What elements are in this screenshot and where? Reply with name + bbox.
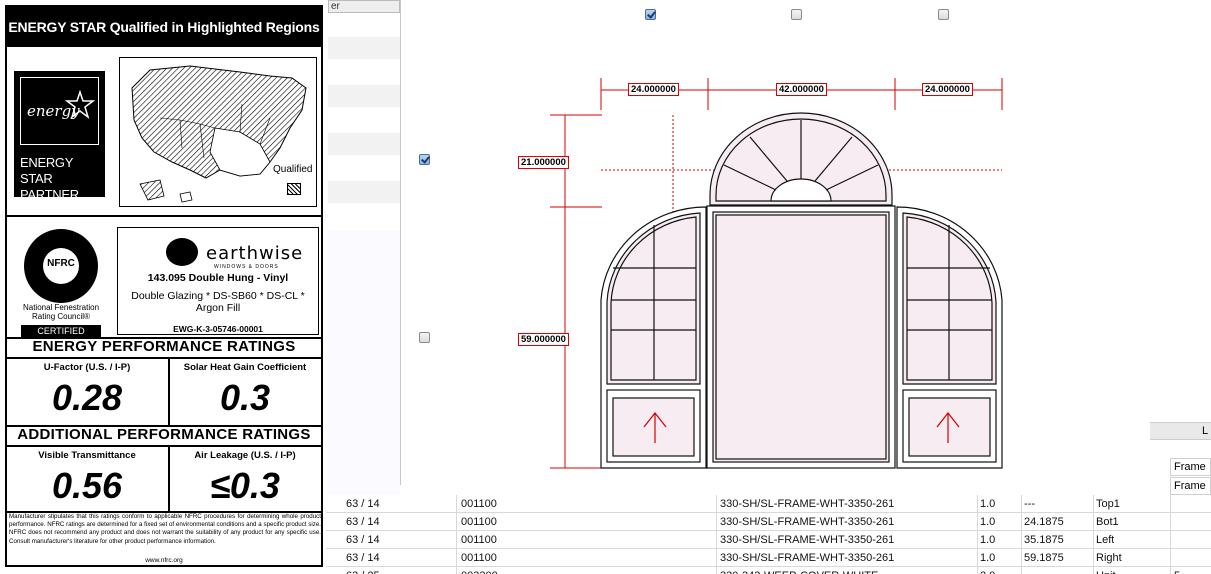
table-cell[interactable]: 35.1875 (1024, 531, 1064, 549)
side-grid-cell[interactable]: Frame (1170, 458, 1211, 476)
column-divider (1170, 495, 1171, 574)
column-divider (1093, 495, 1094, 574)
table-cell[interactable]: 63 / 14 (346, 531, 380, 549)
column-divider (1021, 495, 1022, 574)
table-cell[interactable]: 1.0 (980, 513, 995, 531)
dimension-height-top[interactable]: 21.000000 (518, 156, 569, 169)
dimension-width-center[interactable]: 42.000000 (776, 83, 827, 96)
column-divider (456, 495, 457, 574)
side-grid-header-label: L (1202, 425, 1209, 437)
table-cell[interactable]: 1.0 (980, 549, 995, 567)
window-center-unit[interactable] (706, 205, 896, 469)
table-cell[interactable]: 330-SH/SL-FRAME-WHT-3350-261 (720, 513, 894, 531)
table-cell[interactable]: 5 (1174, 567, 1180, 574)
table-cell[interactable]: 330-343-WEEP-COVER-WHITE (720, 567, 878, 574)
table-cell[interactable]: 2.0 (980, 567, 995, 574)
table-cell[interactable]: 1.0 (980, 495, 995, 513)
table-row[interactable]: 63 / 25 003300 330-343-WEEP-COVER-WHITE 2.0… (326, 567, 1211, 574)
window-elevation-drawing[interactable] (0, 0, 1211, 574)
column-divider (977, 495, 978, 574)
parts-table[interactable]: 63 / 14 001100 330-SH/SL-FRAME-WHT-3350-26… (326, 495, 1211, 574)
dimension-width-right[interactable]: 24.000000 (922, 83, 973, 96)
window-left-unit[interactable] (600, 206, 707, 469)
table-row[interactable]: 63 / 14 001100 330-SH/SL-FRAME-WHT-3350-26… (326, 495, 1211, 513)
table-cell[interactable]: Right (1096, 549, 1122, 567)
column-divider (716, 495, 717, 574)
side-grid-cell[interactable]: Frame (1170, 477, 1211, 495)
table-cell[interactable]: 330-SH/SL-FRAME-WHT-3350-261 (720, 495, 894, 513)
table-cell[interactable]: 001100 (461, 513, 497, 531)
table-row[interactable]: 63 / 14 001100 330-SH/SL-FRAME-WHT-3350-26… (326, 531, 1211, 549)
dimension-height-bottom[interactable]: 59.000000 (518, 333, 569, 346)
side-grid-header[interactable]: L (1150, 422, 1211, 440)
table-cell[interactable]: 63 / 14 (346, 549, 380, 567)
table-cell[interactable]: 001100 (461, 531, 497, 549)
table-cell[interactable]: 59.1875 (1024, 549, 1064, 567)
table-cell[interactable]: 001100 (461, 549, 497, 567)
table-cell[interactable]: 330-SH/SL-FRAME-WHT-3350-261 (720, 531, 894, 549)
table-cell[interactable]: Bot1 (1096, 513, 1119, 531)
table-row[interactable]: 63 / 14 001100 330-SH/SL-FRAME-WHT-3350-26… (326, 549, 1211, 567)
window-right-unit[interactable] (896, 206, 1003, 469)
window-top-arch[interactable] (709, 112, 893, 206)
table-cell[interactable]: 001100 (461, 495, 497, 513)
table-cell[interactable]: 330-SH/SL-FRAME-WHT-3350-261 (720, 549, 894, 567)
table-cell[interactable]: Top1 (1096, 495, 1120, 513)
table-cell[interactable]: Unit (1096, 567, 1116, 574)
table-cell[interactable]: 003300 (461, 567, 498, 574)
table-cell[interactable]: --- (1024, 495, 1035, 513)
table-cell[interactable]: 63 / 14 (346, 495, 380, 513)
table-cell[interactable]: 1.0 (980, 531, 995, 549)
table-cell[interactable]: Left (1096, 531, 1114, 549)
dimension-width-left[interactable]: 24.000000 (628, 83, 679, 96)
table-row[interactable]: 63 / 14 001100 330-SH/SL-FRAME-WHT-3350-26… (326, 513, 1211, 531)
table-cell[interactable]: 24.1875 (1024, 513, 1064, 531)
table-cell[interactable]: 63 / 14 (346, 513, 380, 531)
table-cell[interactable]: 63 / 25 (346, 567, 380, 574)
